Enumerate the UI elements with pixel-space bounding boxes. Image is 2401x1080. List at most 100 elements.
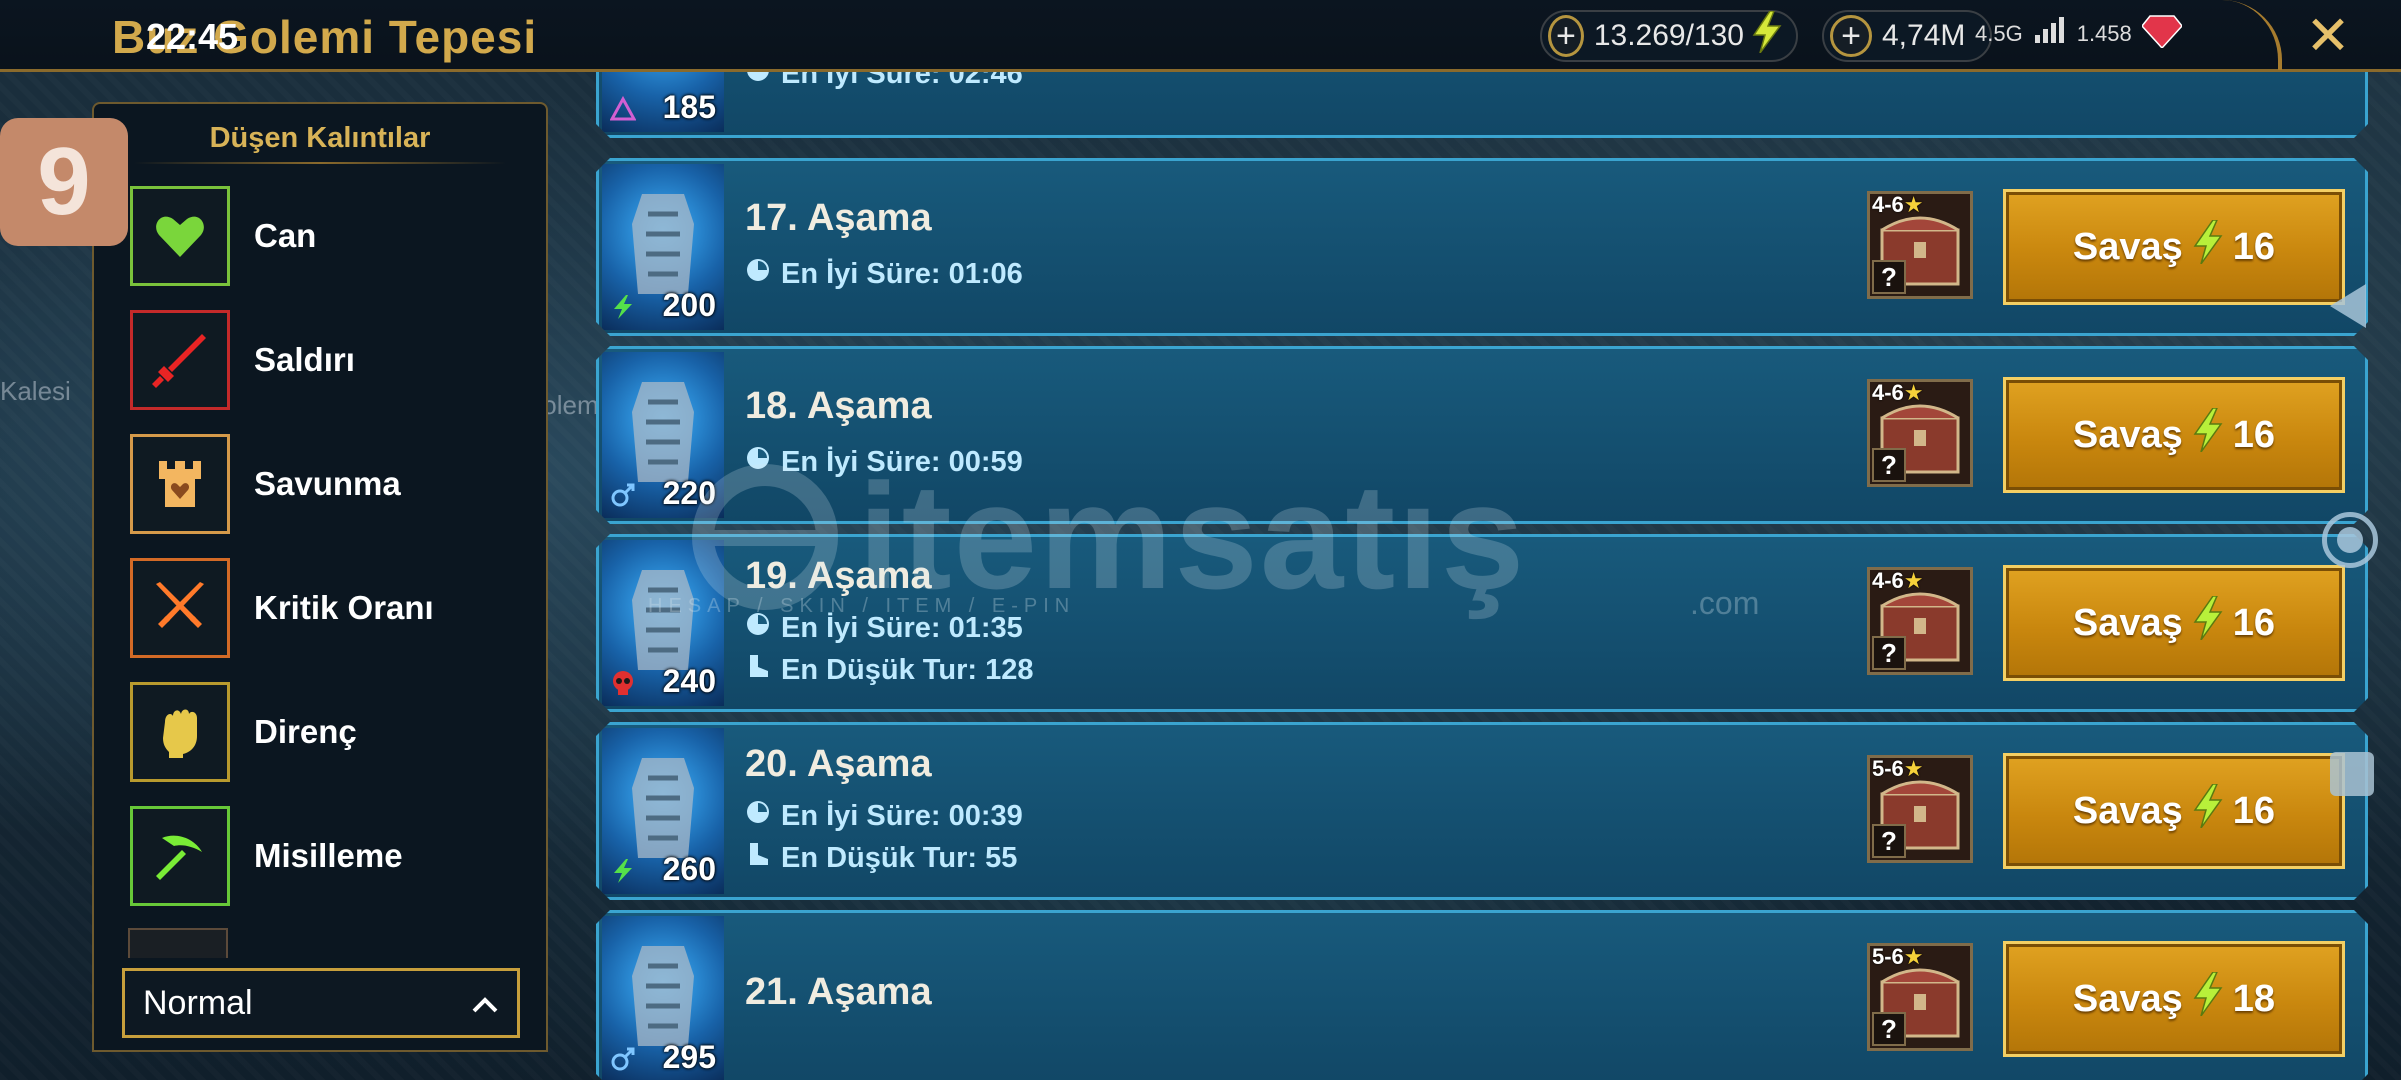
top-bar: Buz Golemi Tepesi 22:45 + 13.269/130 + 4…	[0, 0, 2401, 72]
silver-value: 4,74M	[1882, 19, 1966, 52]
filter-label: Can	[254, 217, 317, 254]
best-time: En İyi Süre: 00:39	[745, 799, 1023, 833]
silver-counter: + 4,74M	[1822, 10, 1992, 62]
clock-icon	[745, 257, 771, 291]
energy-value: 13.269/130	[1593, 19, 1744, 52]
add-energy-button[interactable]: +	[1548, 15, 1584, 57]
difficulty-value: Normal	[143, 983, 253, 1022]
chest-star-range: 4-6★	[1872, 380, 1924, 405]
filter-label: Savunma	[254, 465, 401, 502]
stage-row-21: 295 21. Aşama 5-6★ ? Savaş 18	[596, 910, 2368, 1080]
boot-icon	[745, 841, 771, 875]
min-turns: En Düşük Tur: 128	[745, 653, 1033, 687]
status-icons: 4.5G 1.458	[1975, 14, 2183, 54]
best-time-text: En İyi Süre: 00:39	[781, 799, 1023, 832]
reward-chest[interactable]: 5-6★ ?	[1867, 755, 1973, 863]
chest-star-range: 4-6★	[1872, 192, 1924, 217]
stage-power: 295	[662, 1039, 716, 1075]
energy-cost: 16	[2232, 601, 2276, 644]
skull-icon	[610, 670, 636, 696]
overlay-square-button[interactable]	[2330, 752, 2374, 796]
filter-label: Kritik Oranı	[254, 589, 434, 626]
filter-item-direnc[interactable]: Direnç	[130, 682, 530, 782]
filter-item-saldiri[interactable]: Saldırı	[130, 310, 530, 410]
signal-icon	[2033, 17, 2067, 51]
filter-label: Direnç	[254, 713, 357, 750]
difficulty-select[interactable]: Normal	[122, 968, 520, 1038]
question-icon: ?	[1872, 636, 1906, 670]
stage-power: 260	[662, 851, 716, 887]
stage-name: 19. Aşama	[745, 555, 932, 597]
heart-icon	[130, 186, 230, 286]
boot-icon	[745, 653, 771, 687]
map-label: Kalesi	[0, 376, 71, 406]
stage-row-19: 240 19. Aşama En İyi Süre: 01:35 En Düşü…	[596, 534, 2368, 712]
energy-cost: 18	[2232, 977, 2276, 1020]
collapse-arrow-icon[interactable]	[2330, 284, 2366, 328]
stage-name: 20. Aşama	[745, 743, 932, 785]
reward-chest[interactable]: 4-6★ ?	[1867, 567, 1973, 675]
energy-cost: 16	[2232, 413, 2276, 456]
reward-chest[interactable]: 4-6★ ?	[1867, 379, 1973, 487]
title-divider	[134, 162, 506, 164]
reward-chest[interactable]: 5-6★ ?	[1867, 943, 1973, 1051]
crossed-swords-icon	[130, 558, 230, 658]
energy-bolt-icon	[2193, 784, 2223, 838]
best-time: En İyi Süre: 02:46	[745, 72, 1023, 91]
best-time-text: En İyi Süre: 00:59	[781, 445, 1023, 478]
clock-icon	[745, 445, 771, 479]
best-time: En İyi Süre: 01:06	[745, 257, 1023, 291]
stage-list: 185 En İyi Süre: 02:46 ? 200 17. Aşama E…	[596, 72, 2368, 1080]
best-time-text: En İyi Süre: 02:46	[781, 72, 1023, 90]
stage-thumbnail: 295	[602, 916, 724, 1080]
reward-chest[interactable]: 4-6★ ?	[1867, 191, 1973, 299]
stage-name: 21. Aşama	[745, 971, 932, 1013]
stage-name: 18. Aşama	[745, 385, 932, 427]
battle-label: Savaş	[2072, 601, 2183, 644]
filter-label: Saldırı	[254, 341, 355, 378]
clock-icon	[745, 72, 771, 91]
battle-button[interactable]: Savaş 16	[2003, 377, 2345, 493]
pickaxe-icon	[130, 806, 230, 906]
sword-icon	[130, 310, 230, 410]
stage-row-18: 220 18. Aşama En İyi Süre: 00:59 4-6★ ? …	[596, 346, 2368, 524]
relic-filter-panel: Düşen Kalıntılar Can Saldırı Savunma Kri…	[92, 102, 548, 1052]
stage-power: 185	[662, 89, 716, 125]
bolt-icon	[610, 294, 636, 320]
energy-bolt-icon	[2193, 972, 2223, 1026]
stage-thumbnail: 185	[602, 72, 724, 132]
question-icon: ?	[1872, 1012, 1906, 1046]
filter-item-kritik-orani[interactable]: Kritik Oranı	[130, 558, 530, 658]
battle-label: Savaş	[2072, 225, 2183, 268]
add-silver-button[interactable]: +	[1830, 15, 1872, 57]
close-button[interactable]: ✕	[2300, 8, 2356, 64]
corner-ornament	[2222, 0, 2282, 70]
stage-thumbnail: 220	[602, 352, 724, 518]
filter-item-savunma[interactable]: Savunma	[130, 434, 530, 534]
energy-counter: + 13.269/130	[1540, 10, 1798, 62]
counter-badge: 9	[0, 118, 128, 246]
min-turns-text: En Düşük Tur: 128	[781, 653, 1034, 686]
battle-button[interactable]: Savaş 18	[2003, 941, 2345, 1057]
stage-row-20: 260 20. Aşama En İyi Süre: 00:39 En Düşü…	[596, 722, 2368, 900]
network-status: 4.5G	[1975, 21, 2023, 46]
energy-bolt-icon	[2193, 408, 2223, 462]
clock-icon	[745, 799, 771, 833]
target-icon[interactable]	[2322, 512, 2378, 568]
battle-label: Savaş	[2072, 413, 2183, 456]
gem-icon	[2140, 14, 2183, 54]
battle-button[interactable]: Savaş 16	[2003, 753, 2345, 869]
filter-item-can[interactable]: Can	[130, 186, 530, 286]
status-clock: 22:45	[146, 16, 239, 57]
filter-item-misilleme[interactable]: Misilleme	[130, 806, 530, 906]
filter-panel-title: Düşen Kalıntılar	[209, 122, 431, 154]
battle-button[interactable]: Savaş 16	[2003, 565, 2345, 681]
battle-button[interactable]: Savaş 16	[2003, 189, 2345, 305]
male-icon	[610, 482, 636, 508]
stage-row: 185 En İyi Süre: 02:46 ?	[596, 72, 2368, 138]
energy-bolt-icon	[2193, 220, 2223, 274]
best-time-text: En İyi Süre: 01:06	[781, 257, 1023, 290]
gem-value: 1.458	[2076, 21, 2132, 46]
watermark-tagline: HESAP / SKIN / ITEM / E-PIN	[648, 595, 1076, 617]
energy-bolt-icon	[2193, 596, 2223, 650]
